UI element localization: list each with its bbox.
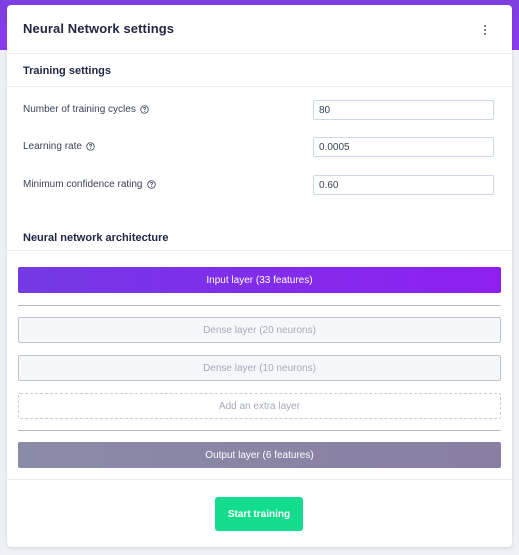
- field-training-cycles: Number of training cycles: [23, 100, 496, 122]
- page-title: Neural Network settings: [23, 21, 175, 36]
- footer-divider: [7, 479, 512, 480]
- help-circle-icon[interactable]: [146, 180, 156, 189]
- field-learning-rate: Learning rate: [23, 137, 496, 159]
- start-training-button[interactable]: Start training: [215, 497, 303, 531]
- layer-separator: [18, 305, 501, 306]
- learning-rate-input[interactable]: [313, 137, 494, 157]
- help-circle-icon[interactable]: [86, 142, 95, 151]
- architecture-title: Neural network architecture: [23, 232, 169, 244]
- training-cycles-input[interactable]: [313, 100, 494, 120]
- section-divider: [7, 250, 512, 251]
- learning-rate-label: Learning rate: [23, 141, 82, 152]
- dense-layer-2[interactable]: Dense layer (10 neurons): [18, 355, 501, 381]
- neural-network-settings-card: Neural Network settings Training setting…: [7, 5, 512, 547]
- section-divider: [7, 86, 512, 87]
- kebab-menu-icon[interactable]: [483, 25, 487, 39]
- min-confidence-label: Minimum confidence rating: [23, 179, 143, 190]
- output-layer[interactable]: Output layer (6 features): [18, 442, 501, 468]
- min-confidence-input[interactable]: [313, 175, 494, 195]
- training-cycles-label: Number of training cycles: [23, 104, 136, 115]
- add-layer-button[interactable]: Add an extra layer: [18, 393, 501, 419]
- input-layer[interactable]: Input layer (33 features): [18, 267, 501, 293]
- field-min-confidence: Minimum confidence rating: [23, 175, 496, 197]
- training-settings-title: Training settings: [23, 65, 112, 77]
- dense-layer-1[interactable]: Dense layer (20 neurons): [18, 317, 501, 343]
- help-circle-icon[interactable]: [140, 105, 149, 114]
- layer-separator: [18, 430, 501, 431]
- card-header: Neural Network settings: [7, 5, 512, 54]
